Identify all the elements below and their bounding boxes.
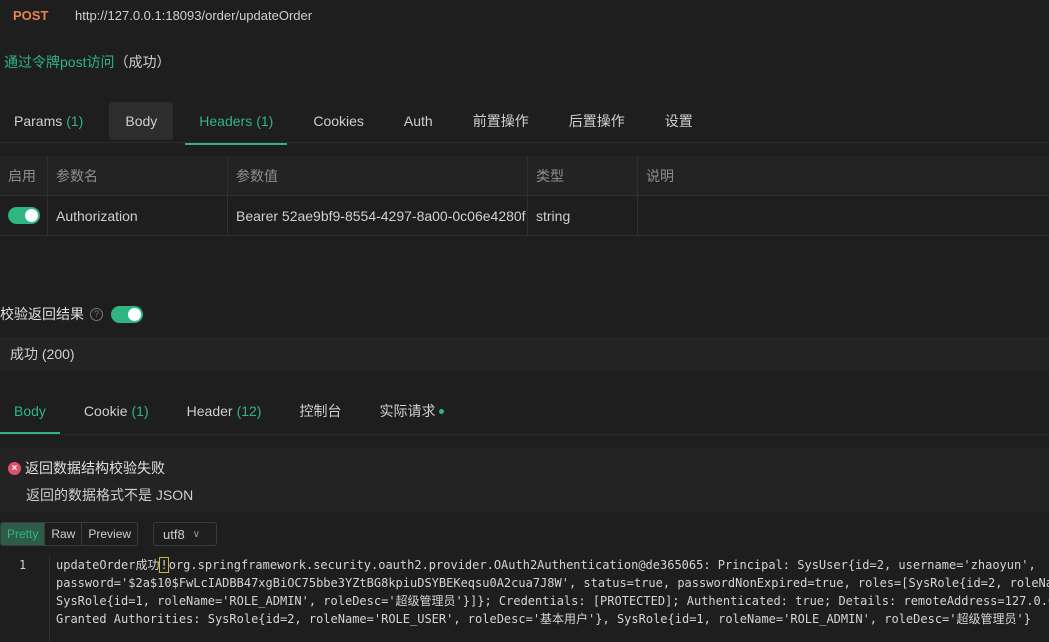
tab-label: Auth — [403, 112, 433, 129]
tab-count: (12) — [236, 403, 262, 419]
code-text: updateOrder成功 — [56, 558, 160, 572]
code-text: SysRole{id=1, roleName='ROLE_ADMIN', rol… — [56, 594, 1049, 608]
divider — [0, 142, 1049, 143]
code-text: password='$2a$10$FwLcIADBB47xgBiOC75bbe3… — [56, 576, 1049, 590]
encoding-value: utf8 — [163, 526, 185, 542]
headers-table: 启用 参数名 参数值 类型 说明 Authorization Bearer 52… — [0, 156, 1049, 236]
divider — [0, 434, 1049, 435]
tab-actual-request[interactable]: 实际请求 — [365, 388, 458, 434]
code-text: Granted Authorities: SysRole{id=2, roleN… — [56, 612, 1031, 626]
col-type: 类型 — [528, 156, 638, 195]
code-line: password='$2a$10$FwLcIADBB47xgBiOC75bbe3… — [56, 574, 1049, 592]
tab-label: 设置 — [664, 112, 693, 129]
tab-label: Body — [14, 403, 46, 419]
case-title: 通过令牌post访问（成功） — [4, 52, 170, 72]
enabled-cell — [0, 196, 48, 235]
preview-button[interactable]: Preview — [82, 523, 137, 545]
code-line: SysRole{id=1, roleName='ROLE_ADMIN', rol… — [56, 592, 1049, 610]
tab-params[interactable]: Params (1) — [0, 102, 97, 140]
tab-headers[interactable]: Headers (1) — [185, 102, 288, 145]
tab-label: Params — [14, 112, 63, 129]
question-circle-icon[interactable]: ? — [90, 307, 103, 321]
tab-settings[interactable]: 设置 — [651, 102, 707, 140]
response-status-bar: 成功 (200) — [0, 337, 1049, 371]
response-status: 成功 (200) — [10, 346, 75, 362]
raw-button[interactable]: Raw — [45, 523, 83, 545]
tab-pre-ops[interactable]: 前置操作 — [459, 102, 543, 140]
verify-toggle[interactable] — [111, 305, 143, 323]
status-dot — [439, 408, 445, 414]
tab-count: (1) — [256, 112, 274, 129]
table-row: Authorization Bearer 52ae9bf9-8554-4297-… — [0, 196, 1049, 236]
tab-response-header[interactable]: Header (12) — [173, 388, 276, 434]
col-name: 参数名 — [48, 156, 228, 195]
tab-response-body[interactable]: Body — [0, 388, 60, 434]
tab-label: Body — [125, 112, 158, 129]
verify-label: 校验返回结果 — [0, 306, 84, 322]
highlight-char: ! — [159, 557, 169, 573]
code-line: Granted Authorities: SysRole{id=2, roleN… — [56, 610, 1031, 628]
tab-label: 实际请求 — [379, 403, 436, 419]
param-type-select[interactable]: string — [528, 196, 638, 235]
tab-label: Header — [186, 403, 233, 419]
param-desc-input[interactable] — [638, 196, 1049, 235]
tab-response-cookie[interactable]: Cookie (1) — [70, 388, 163, 434]
format-switcher: Pretty Raw Preview — [0, 522, 139, 546]
param-name-input[interactable]: Authorization — [48, 196, 228, 235]
error-title-text: 返回数据结构校验失败 — [25, 460, 165, 476]
tab-label: Cookie — [83, 403, 128, 419]
pretty-button[interactable]: Pretty — [1, 523, 46, 545]
case-link[interactable]: 通过令牌post访问 — [4, 54, 114, 70]
verify-row: 校验返回结果 ? — [0, 304, 143, 324]
tab-auth[interactable]: Auth — [390, 102, 447, 140]
tab-post-ops[interactable]: 后置操作 — [555, 102, 639, 140]
tab-body[interactable]: Body — [109, 101, 174, 140]
col-value: 参数值 — [228, 156, 528, 195]
tab-cookies[interactable]: Cookies — [299, 102, 378, 140]
error-circle-icon: × — [8, 461, 21, 475]
enabled-toggle[interactable] — [8, 207, 40, 224]
param-value-input[interactable]: Bearer 52ae9bf9-8554-4297-8a00-0c06e4280… — [228, 196, 528, 235]
chevron-down-icon: ∨ — [192, 528, 201, 540]
encoding-select[interactable]: utf8 ∨ — [153, 522, 217, 546]
request-method[interactable]: POST — [13, 8, 48, 23]
tab-label: Cookies — [313, 112, 364, 129]
line-number: 1 — [19, 558, 27, 572]
tab-label: 前置操作 — [472, 112, 529, 129]
gutter-divider — [49, 556, 50, 642]
tab-count: (1) — [131, 403, 149, 419]
code-line: updateOrder成功!org.springframework.securi… — [56, 556, 1036, 574]
request-tabs: Params (1) Body Headers (1) Cookies Auth 前… — [0, 98, 1049, 145]
tab-label: 控制台 — [299, 403, 342, 419]
case-status: （成功） — [114, 54, 171, 70]
tab-console[interactable]: 控制台 — [285, 388, 355, 434]
table-header-row: 启用 参数名 参数值 类型 说明 — [0, 156, 1049, 196]
tab-label: 后置操作 — [568, 112, 625, 129]
error-description: 返回的数据格式不是 JSON — [26, 487, 194, 503]
error-title: × 返回数据结构校验失败 — [8, 458, 165, 478]
col-enabled: 启用 — [0, 156, 48, 195]
request-url[interactable]: http://127.0.0.1:18093/order/updateOrder — [75, 8, 312, 23]
tab-label: Headers — [199, 112, 253, 129]
code-text: org.springframework.security.oauth2.prov… — [168, 558, 1036, 572]
response-tabs: Body Cookie (1) Header (12) 控制台 实际请求 — [0, 388, 1049, 434]
col-desc: 说明 — [646, 167, 674, 184]
tab-count: (1) — [66, 112, 84, 129]
